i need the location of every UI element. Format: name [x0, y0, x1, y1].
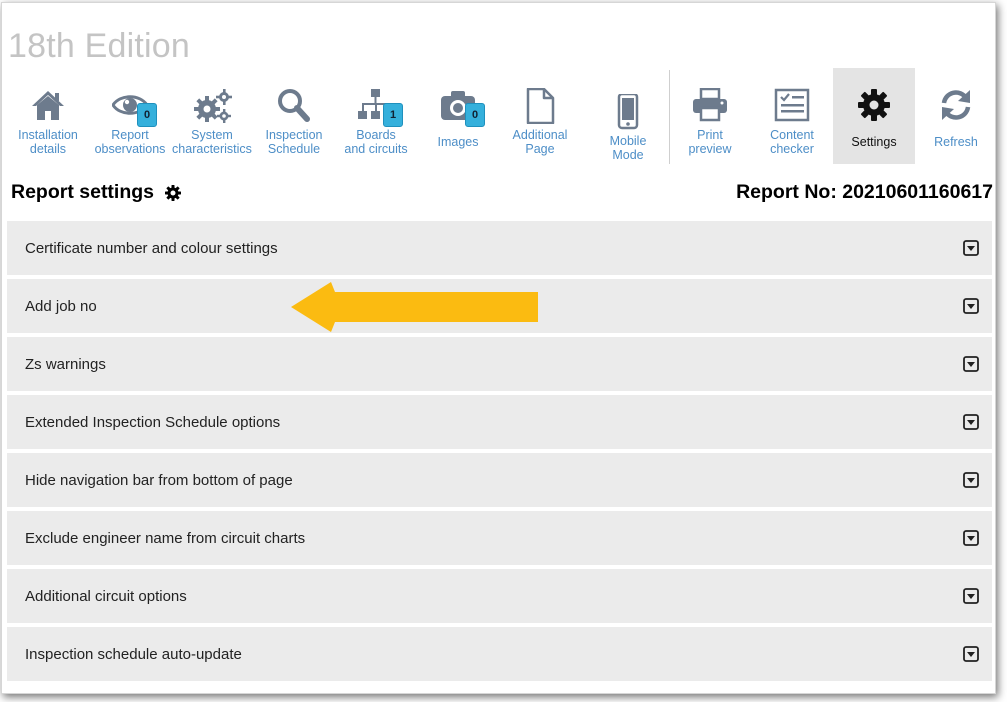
toolbar-refresh[interactable]: Refresh: [915, 68, 995, 164]
toolbar-additional-page[interactable]: Additional Page: [499, 68, 581, 164]
setting-exclude-engineer-name[interactable]: Exclude engineer name from circuit chart…: [7, 511, 992, 565]
toolbar-inspection-schedule[interactable]: Inspection Schedule: [253, 68, 335, 164]
setting-label: Extended Inspection Schedule options: [25, 413, 281, 431]
printer-icon: [689, 86, 731, 126]
setting-label: Exclude engineer name from circuit chart…: [25, 529, 306, 547]
app-title: 18th Edition: [8, 27, 190, 65]
report-number: Report No: 20210601160617: [736, 181, 993, 203]
setting-certificate-number-colour[interactable]: Certificate number and colour settings: [7, 221, 992, 275]
toolbar-label: Installation details: [18, 128, 78, 156]
gear-icon: [165, 184, 182, 201]
toolbar-label: Additional Page: [512, 128, 568, 156]
refresh-icon: [935, 86, 977, 126]
gear-icon: [853, 86, 895, 126]
caret-down-icon[interactable]: [963, 356, 979, 372]
caret-down-icon[interactable]: [963, 240, 979, 256]
setting-label: Certificate number and colour settings: [25, 239, 278, 257]
toolbar-content-checker[interactable]: Content checker: [751, 68, 833, 164]
sitemap-icon: 1: [355, 86, 403, 127]
observations-count-badge: 0: [137, 103, 157, 127]
toolbar-label: Inspection Schedule: [265, 128, 323, 156]
setting-label: Zs warnings: [25, 355, 106, 373]
images-count-badge: 0: [465, 103, 485, 127]
camera-icon: 0: [437, 86, 485, 127]
toolbar-label: Print preview: [688, 128, 732, 156]
toolbar-label: Mobile Mode: [609, 134, 647, 162]
setting-hide-navigation-bar[interactable]: Hide navigation bar from bottom of page: [7, 453, 992, 507]
toolbar-images[interactable]: 0 Images: [417, 68, 499, 164]
setting-additional-circuit-options[interactable]: Additional circuit options: [7, 569, 992, 623]
gears-icon: [191, 86, 233, 126]
caret-down-icon[interactable]: [963, 414, 979, 430]
toolbar-label: System characteristics: [172, 128, 252, 156]
annotation-arrow-icon: [291, 282, 538, 332]
toolbar-system-characteristics[interactable]: System characteristics: [171, 68, 253, 164]
toolbar-mobile-mode[interactable]: Mobile Mode: [587, 74, 669, 170]
home-icon: [27, 86, 69, 126]
setting-inspection-schedule-auto-update[interactable]: Inspection schedule auto-update: [7, 627, 992, 681]
caret-down-icon[interactable]: [963, 298, 979, 314]
app-window: 18th Edition Installation details 0 Repo…: [1, 2, 996, 694]
toolbar-label: Refresh: [934, 135, 978, 149]
toolbar: Installation details 0 Report observatio…: [7, 68, 993, 164]
boards-count-badge: 1: [383, 103, 403, 127]
caret-down-icon[interactable]: [963, 588, 979, 604]
setting-label: Hide navigation bar from bottom of page: [25, 471, 293, 489]
checklist-icon: [771, 86, 813, 126]
setting-zs-warnings[interactable]: Zs warnings: [7, 337, 992, 391]
eye-icon: 0: [109, 86, 157, 127]
toolbar-boards-and-circuits[interactable]: 1 Boards and circuits: [335, 68, 417, 164]
toolbar-label: Report observations: [94, 128, 166, 156]
setting-label: Additional circuit options: [25, 587, 187, 605]
caret-down-icon[interactable]: [963, 472, 979, 488]
page-title: Report settings: [11, 181, 182, 204]
toolbar-label: Images: [437, 135, 479, 149]
page-title-text: Report settings: [11, 181, 155, 203]
search-icon: [273, 86, 315, 126]
setting-extended-inspection-schedule[interactable]: Extended Inspection Schedule options: [7, 395, 992, 449]
setting-label: Inspection schedule auto-update: [25, 645, 242, 663]
toolbar-label: Boards and circuits: [344, 128, 408, 156]
setting-label: Add job no: [25, 297, 97, 315]
toolbar-label: Content checker: [770, 128, 814, 156]
toolbar-report-observations[interactable]: 0 Report observations: [89, 68, 171, 164]
mobile-icon: [607, 92, 649, 132]
caret-down-icon[interactable]: [963, 530, 979, 546]
file-icon: [519, 86, 561, 126]
toolbar-installation-details[interactable]: Installation details: [7, 68, 89, 164]
toolbar-settings[interactable]: Settings: [833, 68, 915, 164]
caret-down-icon[interactable]: [963, 646, 979, 662]
toolbar-label: Settings: [851, 135, 897, 149]
toolbar-print-preview[interactable]: Print preview: [669, 68, 751, 164]
